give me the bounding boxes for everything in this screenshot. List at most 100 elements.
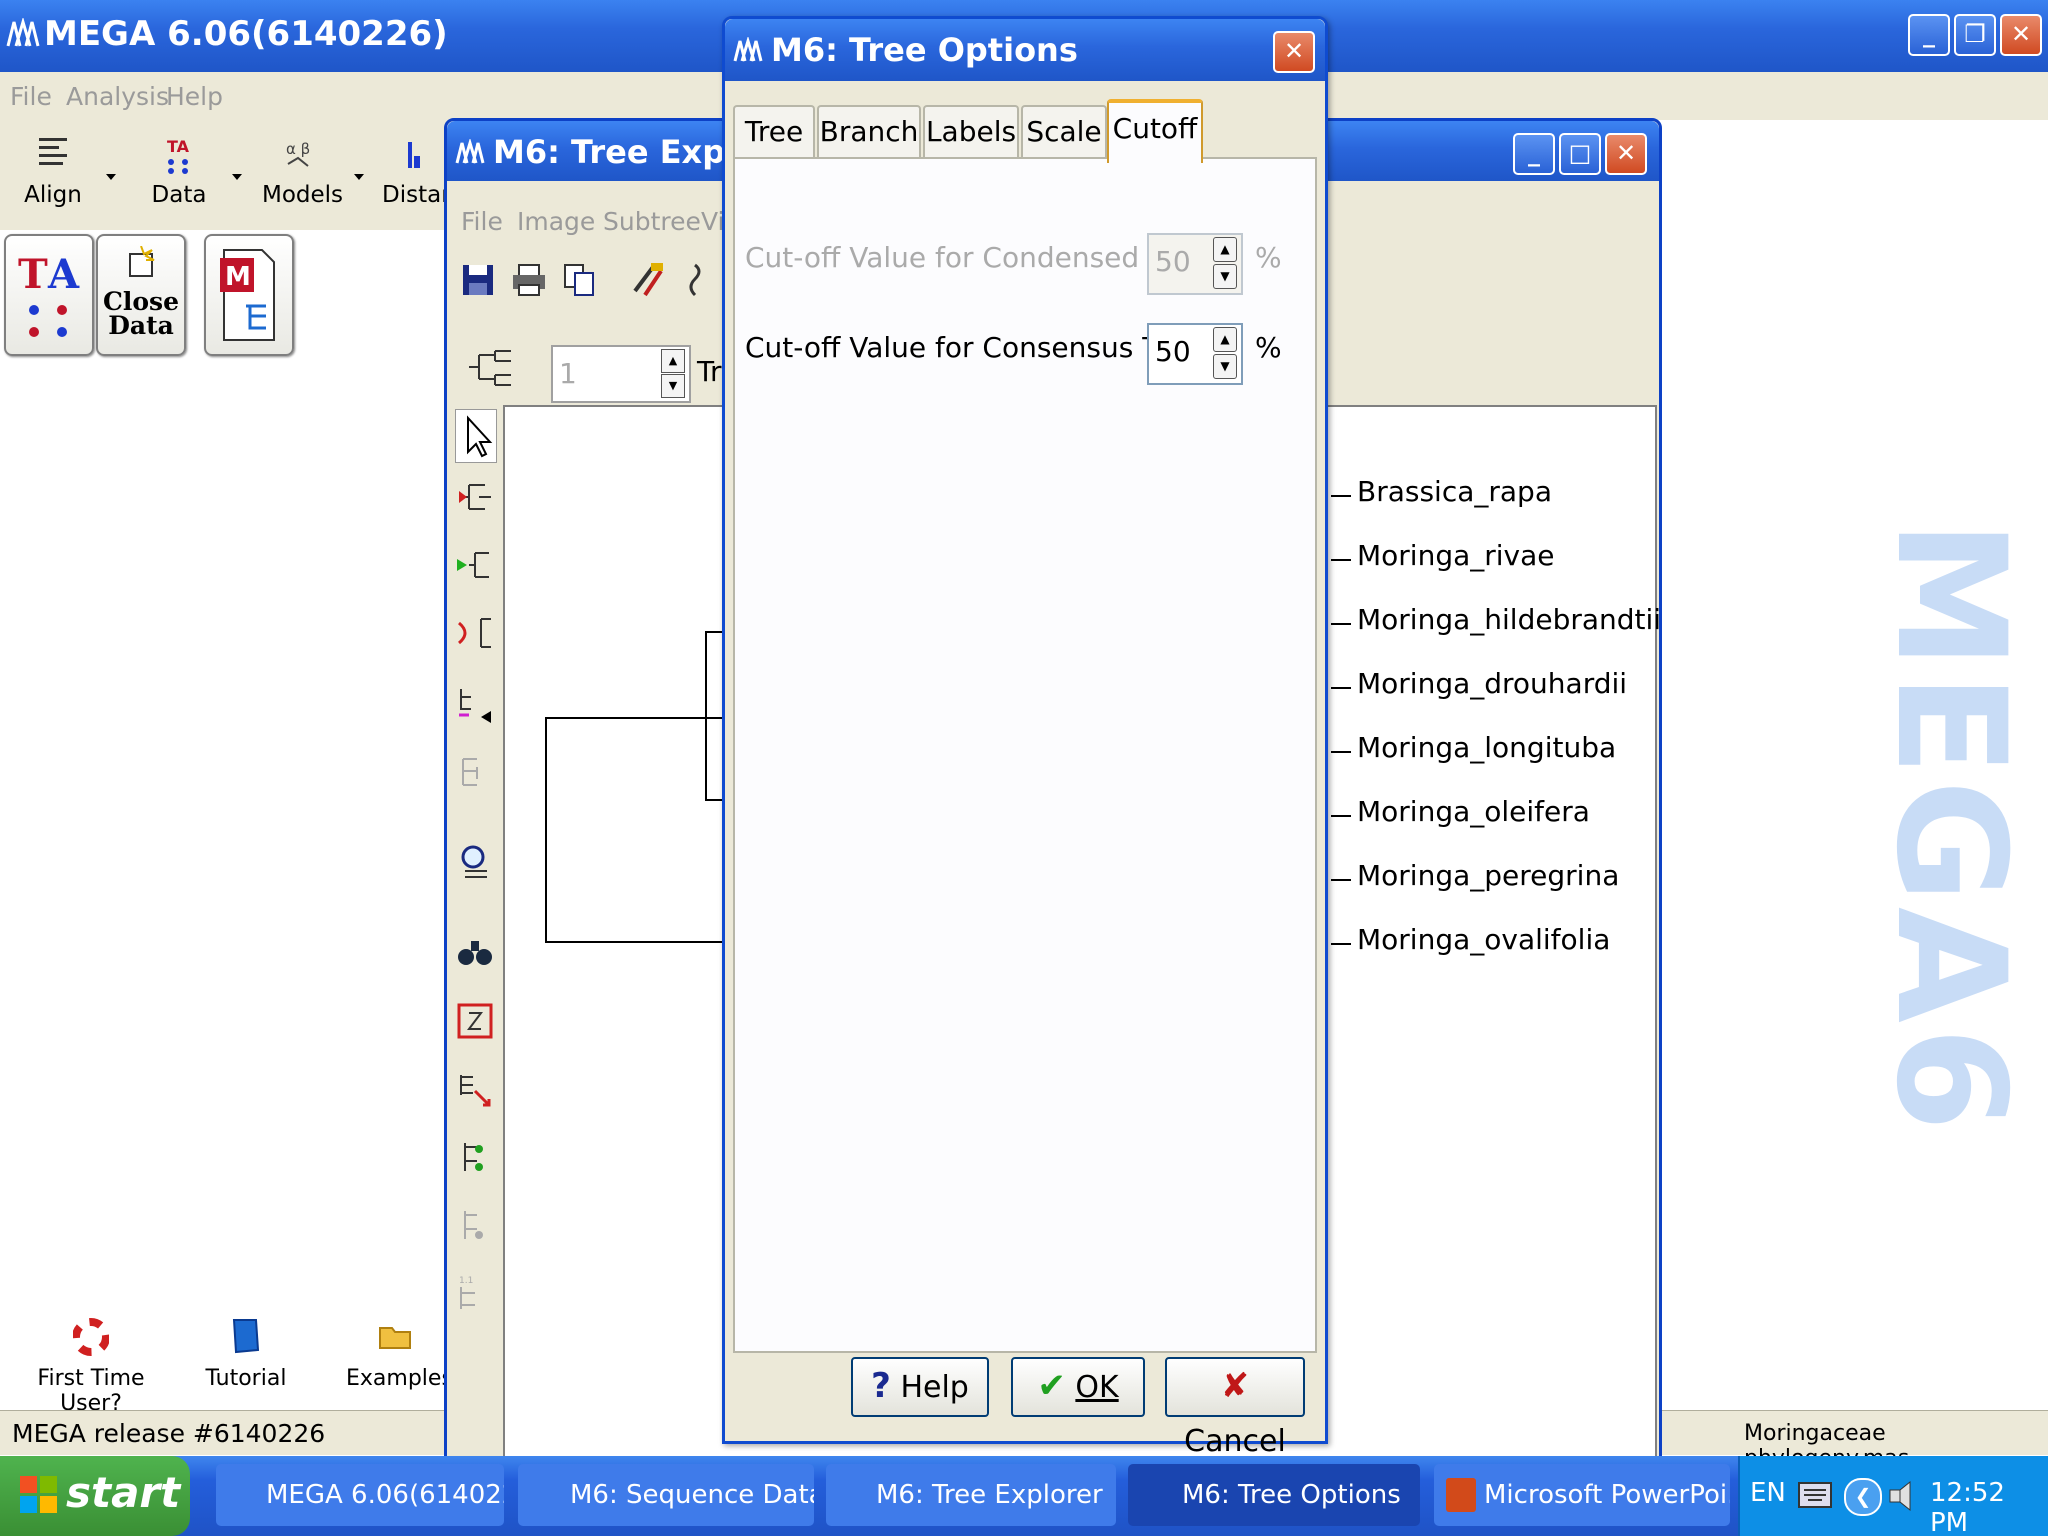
task-tree-explorer[interactable]: M6: Tree Explorer — [826, 1464, 1116, 1526]
task-mega-main[interactable]: MEGA 6.06(6140226) — [216, 1464, 504, 1526]
te-menu-view[interactable]: Vi — [701, 207, 725, 236]
taxon-label[interactable]: Brassica_rapa — [1357, 475, 1552, 508]
tab-cutoff[interactable]: Cutoff — [1107, 99, 1203, 163]
search-taxa-icon[interactable] — [455, 841, 495, 881]
mega-document-icon: M — [220, 249, 275, 341]
ok-label: OK — [1075, 1370, 1119, 1405]
tab-branch[interactable]: Branch — [817, 105, 921, 157]
tab-tree[interactable]: Tree — [733, 105, 815, 157]
restore-button[interactable]: ❐ — [1954, 14, 1996, 56]
svg-text:M: M — [225, 262, 251, 292]
taxon-label[interactable]: Moringa_ovalifolia — [1357, 923, 1610, 956]
taxon-branch-tick — [1331, 943, 1351, 945]
taxon-label[interactable]: Moringa_oleifera — [1357, 795, 1590, 828]
tree-branch — [545, 717, 547, 943]
mega-document-button[interactable]: M — [204, 234, 294, 356]
task-sequence-data[interactable]: M6: Sequence Data... — [518, 1464, 814, 1526]
task-mega-main-label: MEGA 6.06(6140226) — [266, 1480, 504, 1510]
binoculars-icon[interactable] — [455, 931, 495, 971]
language-indicator[interactable]: EN — [1750, 1478, 1786, 1508]
tutorial-button[interactable]: Tutorial — [196, 1310, 296, 1391]
condensed-cutoff-up-button[interactable]: ▲ — [1213, 237, 1237, 262]
distance-icon — [408, 142, 420, 168]
close-button[interactable]: ✕ — [2000, 14, 2042, 56]
link-icon[interactable] — [687, 261, 711, 299]
consensus-cutoff-down-button[interactable]: ▼ — [1213, 354, 1237, 379]
data-dropdown-icon[interactable] — [230, 170, 244, 184]
launcher-bar: First Time User? Tutorial Examples — [0, 1310, 453, 1416]
te-menu-file[interactable]: File — [461, 207, 503, 236]
auto-size-icon[interactable] — [455, 1001, 495, 1041]
tab-labels[interactable]: Labels — [923, 105, 1019, 157]
te-menu-subtree[interactable]: Subtree — [603, 207, 701, 236]
tree-label-fragment: Tr — [697, 355, 722, 388]
menu-file[interactable]: File — [10, 82, 52, 111]
tree-explorer-minimize-button[interactable]: _ — [1513, 133, 1555, 175]
tree-branch — [545, 941, 745, 943]
show-hidden-icons-chevron-icon[interactable]: ❮ — [1844, 1478, 1882, 1516]
resize-tree-icon[interactable] — [455, 1069, 495, 1109]
copy-icon[interactable] — [563, 263, 597, 297]
tree-options-close-button[interactable]: ✕ — [1273, 31, 1315, 73]
root-on-midpoint-icon[interactable] — [455, 545, 495, 585]
task-powerpoint[interactable]: Microsoft PowerPoi... — [1434, 1464, 1730, 1526]
flip-subtree-icon[interactable] — [455, 613, 495, 653]
first-time-user-button[interactable]: First Time User? — [6, 1310, 176, 1416]
tree-style-icon[interactable] — [465, 347, 517, 389]
minimize-button[interactable]: _ — [1908, 14, 1950, 56]
taxon-label[interactable]: Moringa_hildebrandtii — [1357, 603, 1661, 636]
tree-explorer-maximize-button[interactable]: □ — [1559, 133, 1601, 175]
condensed-cutoff-label: Cut-off Value for Condensed Tree — [745, 241, 1207, 274]
consensus-cutoff-up-button[interactable]: ▲ — [1213, 327, 1237, 352]
tree-options-titlebar[interactable]: M6: Tree Options ✕ — [725, 19, 1325, 81]
models-dropdown-icon[interactable] — [352, 170, 366, 184]
scale-bar-icon[interactable]: 1.1 — [455, 1273, 495, 1313]
menu-help[interactable]: Help — [166, 82, 223, 111]
tree-number-up-button[interactable]: ▲ — [661, 349, 685, 373]
close-data-button[interactable]: Close Data — [96, 234, 186, 356]
models-button[interactable]: α β Models — [262, 132, 343, 208]
ta-data-button[interactable]: T A — [4, 234, 94, 356]
condensed-cutoff-spinner[interactable]: 50 ▲ ▼ — [1147, 233, 1243, 295]
condensed-cutoff-value: 50 — [1155, 245, 1191, 278]
taxon-label[interactable]: Moringa_rivae — [1357, 539, 1555, 572]
node-info-icon[interactable] — [455, 1205, 495, 1245]
ok-button[interactable]: ✔ OK — [1011, 1357, 1145, 1417]
condensed-cutoff-down-button[interactable]: ▼ — [1213, 264, 1237, 289]
cancel-button[interactable]: ✘ Cancel — [1165, 1357, 1305, 1459]
taxon-label[interactable]: Moringa_peregrina — [1357, 859, 1619, 892]
pointer-tool[interactable] — [455, 409, 497, 463]
align-button[interactable]: Align — [18, 132, 88, 208]
data-button[interactable]: TA Data — [144, 132, 214, 208]
distance-button[interactable]: Distanc — [382, 132, 448, 208]
start-button[interactable]: start — [0, 1456, 190, 1536]
tree-number-spinner[interactable]: 1 ▲ ▼ — [551, 345, 691, 403]
task-tree-options[interactable]: M6: Tree Options — [1128, 1464, 1420, 1526]
options-tools-icon[interactable] — [631, 261, 667, 299]
tree-explorer-close-button[interactable]: ✕ — [1605, 133, 1647, 175]
te-menu-image[interactable]: Image — [517, 207, 595, 236]
align-dropdown-icon[interactable] — [104, 170, 118, 184]
taxon-label[interactable]: Moringa_longituba — [1357, 731, 1616, 764]
print-icon[interactable] — [511, 263, 547, 297]
taxon-branch-tick — [1331, 559, 1351, 561]
tab-scale[interactable]: Scale — [1021, 105, 1107, 157]
menu-analysis[interactable]: Analysis — [66, 82, 169, 111]
consensus-cutoff-unit: % — [1255, 331, 1282, 364]
compress-subtree-icon[interactable] — [455, 751, 495, 791]
keyboard-icon[interactable] — [1798, 1482, 1832, 1508]
svg-text:α β: α β — [286, 140, 310, 158]
root-on-branch-icon[interactable] — [455, 477, 495, 517]
tree-number-down-button[interactable]: ▼ — [661, 374, 685, 398]
consensus-cutoff-spinner[interactable]: 50 ▲ ▼ — [1147, 323, 1243, 385]
tree-tools-sidebar: 1.1 — [451, 405, 499, 1461]
swap-subtree-icon[interactable] — [455, 683, 495, 723]
examples-button[interactable]: Examples — [346, 1310, 453, 1391]
tutorial-label: Tutorial — [205, 1366, 287, 1391]
taxon-label[interactable]: Moringa_drouhardii — [1357, 667, 1627, 700]
help-button[interactable]: ? Help — [851, 1357, 989, 1417]
network-speaker-icon[interactable] — [1888, 1476, 1922, 1512]
branch-info-icon[interactable] — [455, 1137, 495, 1177]
tree-options-logo-icon — [733, 37, 763, 62]
save-icon[interactable] — [461, 263, 495, 297]
